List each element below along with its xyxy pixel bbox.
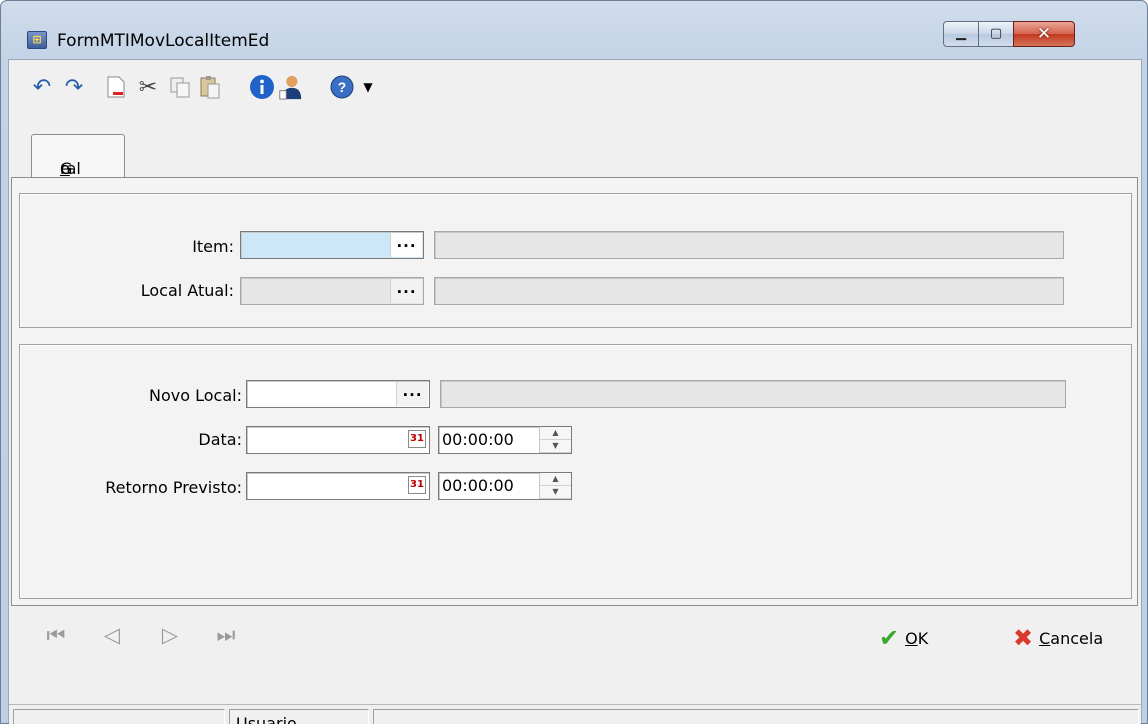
data-date-field[interactable]: 31	[246, 426, 430, 454]
svg-text:?: ?	[338, 79, 347, 95]
status-panel-user: Usuario	[229, 709, 369, 724]
data-label: Data:	[198, 430, 242, 449]
item-label: Item:	[192, 237, 234, 256]
new-document-icon[interactable]	[103, 74, 129, 100]
spin-up-icon[interactable]: ▲	[540, 473, 571, 486]
retorno-time-field[interactable]: 00:00:00 ▲ ▼	[438, 472, 572, 500]
retorno-previsto-label: Retorno Previsto:	[105, 478, 242, 497]
novo-local-field[interactable]: ...	[246, 380, 430, 408]
close-icon: ✕	[1036, 24, 1052, 44]
spin-up-icon[interactable]: ▲	[540, 427, 571, 440]
calendar-icon[interactable]: 31	[408, 476, 426, 494]
dropdown-arrow-icon[interactable]: ▼	[355, 74, 381, 100]
status-panel-1	[13, 709, 225, 724]
cancel-button[interactable]: ✖ Cancela	[1013, 622, 1103, 654]
novo-local-label: Novo Local:	[149, 386, 242, 405]
previous-record-icon[interactable]: ◁	[101, 622, 123, 648]
new-location-group: Novo Local: ... Data: 31 00:00:00 ▲ ▼ Ret…	[19, 344, 1132, 599]
retorno-date-field[interactable]: 31	[246, 472, 430, 500]
ok-label: OK	[905, 628, 929, 648]
close-button[interactable]: ✕	[1013, 21, 1075, 47]
item-lookup-button[interactable]: ...	[390, 233, 422, 257]
item-description-field	[434, 231, 1064, 259]
tab-page-geral: Item: ... Local Atual: ... Novo Local: .…	[11, 177, 1138, 606]
help-icon[interactable]: ?	[329, 74, 355, 100]
calendar-icon[interactable]: 31	[408, 430, 426, 448]
user-icon[interactable]	[277, 74, 303, 100]
window: ⊞ FormMTIMovLocalItemEd ▁ ▢ ✕ ↶ ↷ ✂ ? ▼ …	[0, 0, 1148, 724]
minimize-button[interactable]: ▁	[943, 21, 979, 47]
copy-icon[interactable]	[167, 74, 193, 100]
title-bar[interactable]: ⊞ FormMTIMovLocalItemEd ▁ ▢ ✕	[1, 1, 1147, 51]
status-panel-3	[373, 709, 1139, 724]
cut-icon[interactable]: ✂	[135, 74, 161, 100]
window-title: FormMTIMovLocalItemEd	[57, 31, 270, 51]
next-record-icon[interactable]: ▷	[159, 622, 181, 648]
local-atual-label: Local Atual:	[140, 281, 234, 300]
status-bar: Usuario	[9, 704, 1141, 724]
local-atual-lookup-button: ...	[390, 279, 422, 303]
undo-icon[interactable]: ↶	[29, 74, 55, 100]
info-icon[interactable]	[249, 74, 275, 100]
cancel-x-icon: ✖	[1013, 624, 1034, 652]
client-area: ↶ ↷ ✂ ? ▼ Ge ral Item: ... Local Atual: …	[8, 59, 1142, 724]
maximize-icon: ▢	[989, 26, 1003, 41]
current-location-group: Item: ... Local Atual: ...	[19, 193, 1132, 328]
cancel-label: Cancela	[1039, 628, 1104, 648]
last-record-icon[interactable]: ⏭	[215, 622, 237, 648]
data-time-spinner[interactable]: ▲ ▼	[539, 427, 571, 453]
first-record-icon[interactable]: ⏮	[45, 622, 67, 648]
novo-local-lookup-button[interactable]: ...	[396, 382, 428, 406]
minimize-icon: ▁	[956, 26, 966, 41]
item-field[interactable]: ...	[240, 231, 424, 259]
check-icon: ✔	[879, 624, 900, 652]
maximize-button[interactable]: ▢	[978, 21, 1014, 47]
data-time-field[interactable]: 00:00:00 ▲ ▼	[438, 426, 572, 454]
retorno-time-spinner[interactable]: ▲ ▼	[539, 473, 571, 499]
novo-local-description-field	[440, 380, 1066, 408]
spin-down-icon[interactable]: ▼	[540, 486, 571, 499]
ok-button[interactable]: ✔ OK	[879, 622, 928, 654]
tab-geral[interactable]: Ge ral	[31, 134, 125, 178]
spin-down-icon[interactable]: ▼	[540, 440, 571, 453]
paste-icon[interactable]	[197, 74, 223, 100]
local-atual-description-field	[434, 277, 1064, 305]
redo-icon[interactable]: ↷	[61, 74, 87, 100]
local-atual-field: ...	[240, 277, 424, 305]
toolbar: ↶ ↷ ✂ ? ▼	[9, 66, 1141, 106]
app-icon[interactable]: ⊞	[27, 31, 47, 49]
